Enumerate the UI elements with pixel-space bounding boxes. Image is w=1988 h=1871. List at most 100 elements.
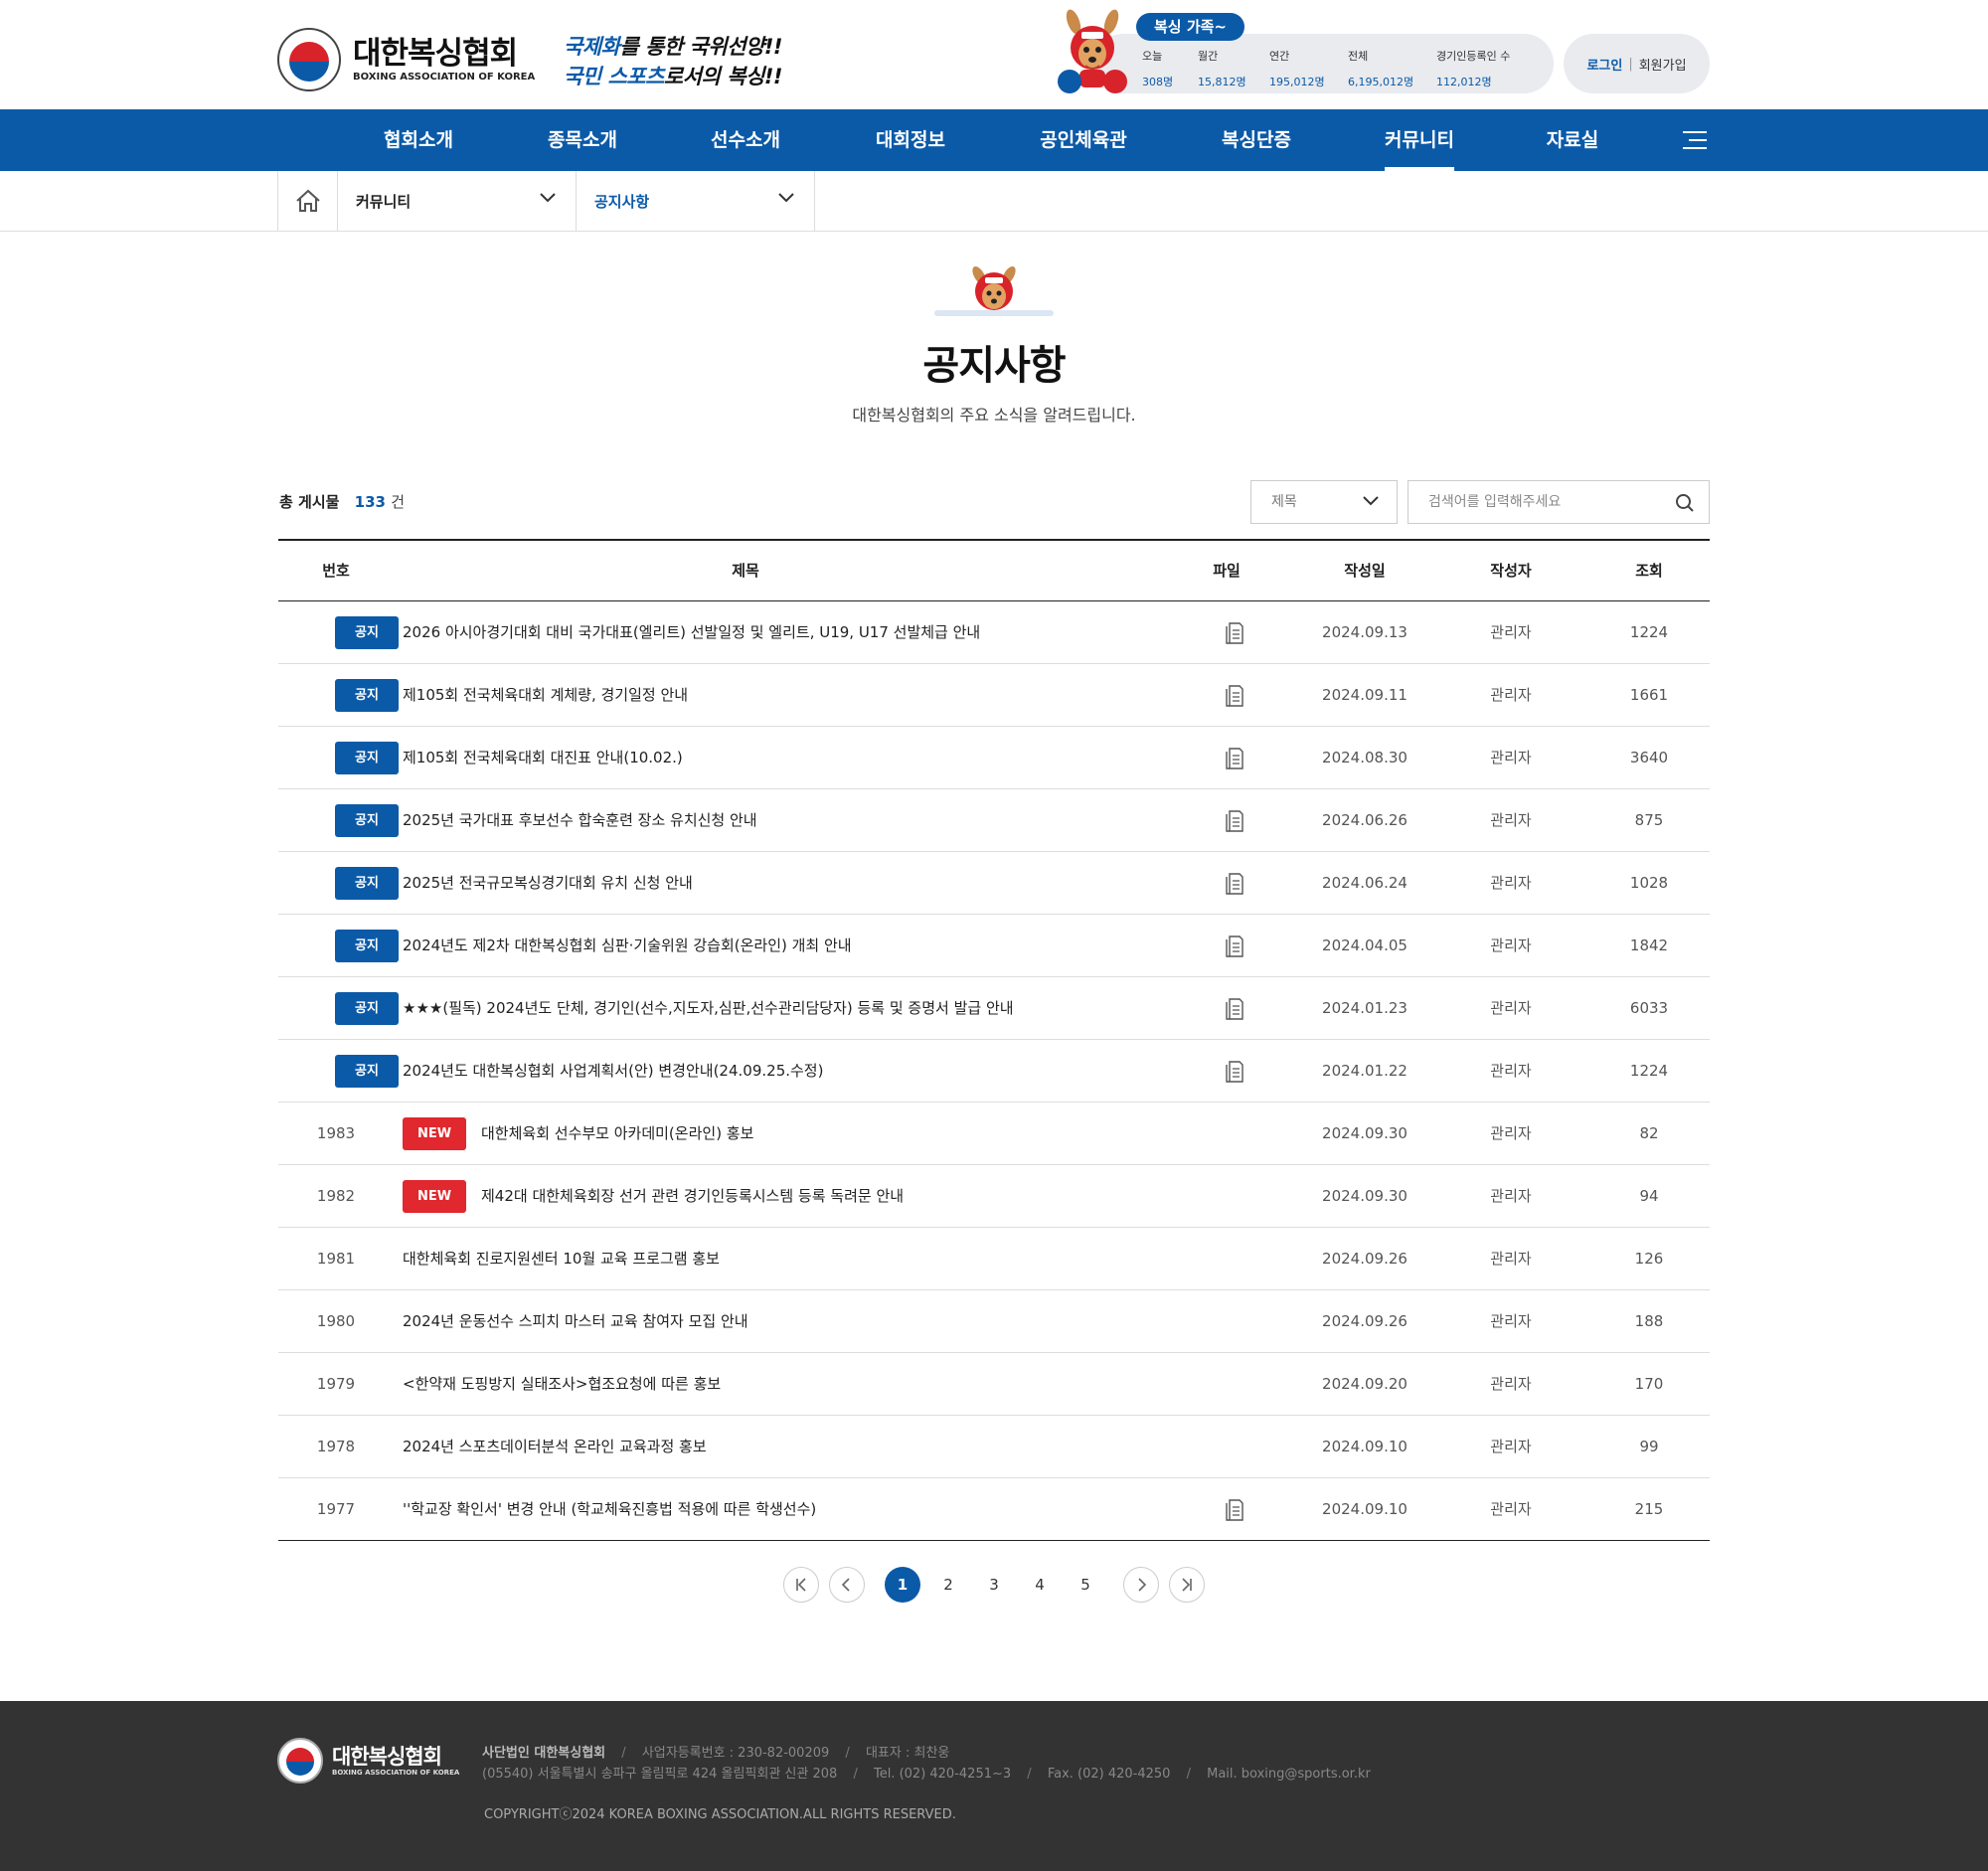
row-date: 2024.09.11 (1322, 686, 1408, 704)
attachment-icon[interactable] (1225, 872, 1244, 900)
nav-item-competitions[interactable]: 대회정보 (876, 109, 945, 171)
join-link[interactable]: 회원가입 (1639, 55, 1687, 74)
nav-item-about[interactable]: 협회소개 (384, 109, 453, 171)
row-date: 2024.06.26 (1322, 811, 1408, 829)
table-row[interactable]: 공지 2025년 전국규모복싱경기대회 유치 신청 안내 2024.06.24 관리자… (278, 852, 1710, 915)
row-author: 관리자 (1490, 999, 1532, 1017)
row-title-link[interactable]: 2026 아시아경기대회 대비 국가대표(엘리트) 선발일정 및 엘리트, U1… (403, 601, 980, 663)
next-page-button[interactable] (1123, 1567, 1159, 1603)
row-title-link[interactable]: 2024년 스포츠데이터분석 온라인 교육과정 홍보 (403, 1416, 707, 1477)
row-date: 2024.09.26 (1322, 1250, 1408, 1268)
row-title-link[interactable]: 제105회 전국체육대회 계체량, 경기일정 안내 (403, 664, 688, 726)
row-title-link[interactable]: 2025년 국가대표 후보선수 합숙훈련 장소 유치신청 안내 (403, 789, 757, 851)
nav-item-sport[interactable]: 종목소개 (548, 109, 617, 171)
table-row[interactable]: 공지 2025년 국가대표 후보선수 합숙훈련 장소 유치신청 안내 2024.06… (278, 789, 1710, 852)
footer-info: 사단법인 대한복싱협회 / 사업자등록번호 : 230-82-00209 / 대… (482, 1746, 1371, 1782)
row-date: 2024.09.10 (1322, 1438, 1408, 1455)
attachment-icon[interactable] (1225, 935, 1244, 962)
row-date: 2024.08.30 (1322, 749, 1408, 766)
row-author: 관리자 (1490, 936, 1532, 954)
menu-icon[interactable] (1683, 128, 1707, 152)
row-title-link[interactable]: 2025년 전국규모복싱경기대회 유치 신청 안내 (403, 852, 693, 914)
table-row[interactable]: 1980 2024년 운동선수 스피치 마스터 교육 참여자 모집 안내 2024.… (278, 1290, 1710, 1353)
row-author: 관리자 (1490, 874, 1532, 892)
last-page-button[interactable] (1169, 1567, 1205, 1603)
home-icon[interactable] (277, 171, 338, 231)
row-title-link[interactable]: ''학교장 확인서' 변경 안내 (학교체육진흥법 적용에 따른 학생선수) (403, 1478, 816, 1540)
table-row[interactable]: 1981 대한체육회 진로지원센터 10월 교육 프로그램 홍보 2024.09.2… (278, 1228, 1710, 1290)
row-views: 82 (1639, 1124, 1659, 1142)
nav-item-players[interactable]: 선수소개 (711, 109, 780, 171)
page-button[interactable]: 1 (885, 1567, 920, 1603)
page-button[interactable]: 2 (930, 1567, 966, 1603)
breadcrumb-level2-select[interactable]: 공지사항 (577, 171, 815, 231)
table-row[interactable]: 공지 2024년도 대한복싱협회 사업계획서(안) 변경안내(24.09.25.수… (278, 1040, 1710, 1103)
site-footer: 대한복싱협회 BOXING ASSOCIATION OF KOREA 사단법인 … (0, 1701, 1988, 1871)
row-title-link[interactable]: ★★★(필독) 2024년도 단체, 경기인(선수,지도자,심판,선수관리담당자… (403, 977, 1014, 1039)
nav-item-community[interactable]: 커뮤니티 (1385, 109, 1454, 171)
row-author: 관리자 (1490, 1124, 1532, 1142)
search-field-select[interactable]: 제목 (1250, 480, 1398, 524)
row-title-link[interactable]: NEW 대한체육회 선수부모 아카데미(온라인) 홍보 (403, 1103, 753, 1164)
notice-badge: 공지 (335, 679, 399, 712)
row-title-link[interactable]: 2024년 운동선수 스피치 마스터 교육 참여자 모집 안내 (403, 1290, 748, 1352)
attachment-icon[interactable] (1225, 809, 1244, 837)
table-row[interactable]: 1982 NEW 제42대 대한체육회장 선거 관련 경기인등록시스템 등록 독려문… (278, 1165, 1710, 1228)
footer-address: (05540) 서울특별시 송파구 올림픽로 424 올림픽회관 신관 208 (482, 1767, 838, 1782)
search-icon[interactable] (1675, 493, 1695, 513)
table-row[interactable]: 공지 2026 아시아경기대회 대비 국가대표(엘리트) 선발일정 및 엘리트, … (278, 601, 1710, 664)
row-date: 2024.09.30 (1322, 1124, 1408, 1142)
table-row[interactable]: 공지 2024년도 제2차 대한복싱협회 심판·기술위원 강습회(온라인) 개최 … (278, 915, 1710, 977)
row-date: 2024.01.22 (1322, 1062, 1408, 1080)
table-row[interactable]: 공지 ★★★(필독) 2024년도 단체, 경기인(선수,지도자,심판,선수관리담… (278, 977, 1710, 1040)
footer-logo-name-ko: 대한복싱협회 (332, 1744, 442, 1769)
row-title-link[interactable]: 2024년도 대한복싱협회 사업계획서(안) 변경안내(24.09.25.수정) (403, 1040, 823, 1102)
table-row[interactable]: 1977 ''학교장 확인서' 변경 안내 (학교체육진흥법 적용에 따른 학생선… (278, 1478, 1710, 1541)
nav-item-grades[interactable]: 복싱단증 (1222, 109, 1291, 171)
page-button[interactable]: 5 (1068, 1567, 1103, 1603)
auth-box: 로그인 | 회원가입 (1564, 34, 1710, 93)
row-author: 관리자 (1490, 1187, 1532, 1205)
row-author: 관리자 (1490, 623, 1532, 641)
attachment-icon[interactable] (1225, 747, 1244, 774)
site-logo[interactable]: 대한복싱협회 BOXING ASSOCIATION OF KOREA (277, 28, 535, 91)
breadcrumb-level1-select[interactable]: 커뮤니티 (338, 171, 577, 231)
table-row[interactable]: 1978 2024년 스포츠데이터분석 온라인 교육과정 홍보 2024.09.10… (278, 1416, 1710, 1478)
row-title-link[interactable]: <한약재 도핑방지 실태조사>협조요청에 따른 홍보 (403, 1353, 721, 1415)
page-subtitle: 대한복싱협회의 주요 소식을 알려드립니다. (852, 406, 1136, 425)
nav-item-archive[interactable]: 자료실 (1547, 109, 1598, 171)
row-title-link[interactable]: 대한체육회 진로지원센터 10월 교육 프로그램 홍보 (403, 1228, 720, 1289)
row-author: 관리자 (1490, 1312, 1532, 1330)
table-row[interactable]: 공지 제105회 전국체육대회 대진표 안내(10.02.) 2024.08.30 관… (278, 727, 1710, 789)
page-button[interactable]: 3 (976, 1567, 1012, 1603)
notice-badge: 공지 (335, 742, 399, 774)
footer-logo[interactable]: 대한복싱협회 BOXING ASSOCIATION OF KOREA (277, 1738, 459, 1784)
row-title-link[interactable]: 2024년도 제2차 대한복싱협회 심판·기술위원 강습회(온라인) 개최 안내 (403, 915, 852, 976)
attachment-icon[interactable] (1225, 621, 1244, 649)
table-row[interactable]: 공지 제105회 전국체육대회 계체량, 경기일정 안내 2024.09.11 관리자… (278, 664, 1710, 727)
row-title-link[interactable]: 제105회 전국체육대회 대진표 안내(10.02.) (403, 727, 683, 788)
attachment-icon[interactable] (1225, 997, 1244, 1025)
first-page-button[interactable] (783, 1567, 819, 1603)
attachment-icon[interactable] (1225, 684, 1244, 712)
nav-item-gyms[interactable]: 공인체육관 (1040, 109, 1126, 171)
attachment-icon[interactable] (1225, 1498, 1244, 1526)
row-date: 2024.09.13 (1322, 623, 1408, 641)
prev-page-button[interactable] (829, 1567, 865, 1603)
table-row[interactable]: 1983 NEW 대한체육회 선수부모 아카데미(온라인) 홍보 2024.09.30… (278, 1103, 1710, 1165)
page-button[interactable]: 4 (1022, 1567, 1058, 1603)
row-views: 1028 (1629, 874, 1669, 892)
total-number: 133 (354, 493, 386, 511)
login-link[interactable]: 로그인 (1586, 55, 1622, 74)
search-input[interactable] (1408, 481, 1647, 523)
stat-total: 전체 6,195,012명 (1348, 50, 1414, 88)
table-row[interactable]: 1979 <한약재 도핑방지 실태조사>협조요청에 따른 홍보 2024.09.20… (278, 1353, 1710, 1416)
row-number: 1980 (316, 1312, 356, 1330)
row-title-link[interactable]: NEW 제42대 대한체육회장 선거 관련 경기인등록시스템 등록 독려문 안내 (403, 1165, 904, 1227)
row-views: 99 (1639, 1438, 1659, 1455)
attachment-icon[interactable] (1225, 1060, 1244, 1088)
table-body: 공지 2026 아시아경기대회 대비 국가대표(엘리트) 선발일정 및 엘리트, … (278, 601, 1710, 1541)
row-title: ''학교장 확인서' 변경 안내 (학교체육진흥법 적용에 따른 학생선수) (403, 1500, 817, 1518)
column-header: 파일 (1213, 562, 1241, 580)
notice-badge: 공지 (335, 616, 399, 649)
